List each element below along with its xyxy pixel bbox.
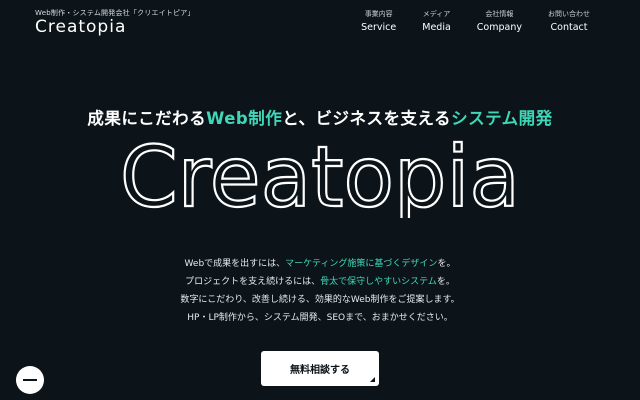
- headline-accent-web: Web制作: [206, 109, 283, 128]
- hero-logo: Creatopia: [119, 140, 521, 218]
- hero-logo-text: Creatopia: [120, 140, 520, 218]
- description-line-2: プロジェクトを支え続けるには、骨太で保守しやすいシステムを。: [0, 273, 640, 291]
- description-line-4: HP・LP制作から、システム開発、SEOまで、おまかせください。: [187, 313, 453, 323]
- nav-item-company-jp: 会社情報: [485, 10, 514, 18]
- main-nav: 事業内容 Service メディア Media 会社情報 Company お問い…: [361, 9, 590, 33]
- nav-item-service-jp: 事業内容: [364, 10, 393, 18]
- nav-item-contact-en: Contact: [550, 22, 588, 33]
- headline-part-1: 成果にこだわる: [87, 109, 207, 128]
- line-1-a: Webで成果を出すには、: [184, 259, 286, 269]
- nav-item-media-jp: メディア: [422, 10, 451, 18]
- line-1-c: を。: [437, 259, 456, 269]
- nav-item-service-en: Service: [361, 22, 397, 33]
- nav-item-media[interactable]: メディア Media: [422, 9, 451, 33]
- site-header: Web制作・システム開発会社「クリエイトピア」 Creatopia 事業内容 S…: [0, 0, 640, 44]
- headline-accent-system: システム開発: [451, 109, 553, 128]
- menu-icon: [23, 379, 37, 381]
- headline-part-2: と、ビジネスを支える: [282, 109, 452, 128]
- header-logo-text: Creatopia: [35, 17, 127, 37]
- corner-arrow-icon: [370, 377, 375, 382]
- nav-item-company-en: Company: [476, 22, 522, 33]
- free-consultation-button[interactable]: 無料相談する: [261, 351, 379, 386]
- line-2-highlight: 骨太で保守しやすいシステム: [320, 277, 437, 287]
- line-1-highlight: マーケティング施策に基づくデザイン: [285, 259, 438, 269]
- description-line-1: Webで成果を出すには、マーケティング施策に基づくデザインを。: [0, 255, 640, 273]
- cta-label: 無料相談する: [290, 365, 350, 376]
- menu-button[interactable]: [16, 366, 44, 394]
- nav-item-media-en: Media: [422, 22, 451, 33]
- line-2-a: プロジェクトを支え続けるには、: [185, 277, 321, 287]
- description-line-3: 数字にこだわり、改善し続ける、効果的なWeb制作をご提案します。: [180, 295, 460, 305]
- nav-item-company[interactable]: 会社情報 Company: [477, 9, 522, 33]
- site-logo[interactable]: Web制作・システム開発会社「クリエイトピア」 Creatopia: [35, 8, 195, 36]
- hero-headline: 成果にこだわるWeb制作と、ビジネスを支えるシステム開発: [0, 105, 640, 129]
- nav-item-contact[interactable]: お問い合わせ Contact: [548, 9, 590, 33]
- line-2-c: を。: [436, 277, 455, 287]
- nav-item-contact-jp: お問い合わせ: [548, 10, 590, 18]
- hero-description: Webで成果を出すには、マーケティング施策に基づくデザインを。 プロジェクトを支…: [0, 255, 640, 327]
- nav-item-service[interactable]: 事業内容 Service: [361, 9, 396, 33]
